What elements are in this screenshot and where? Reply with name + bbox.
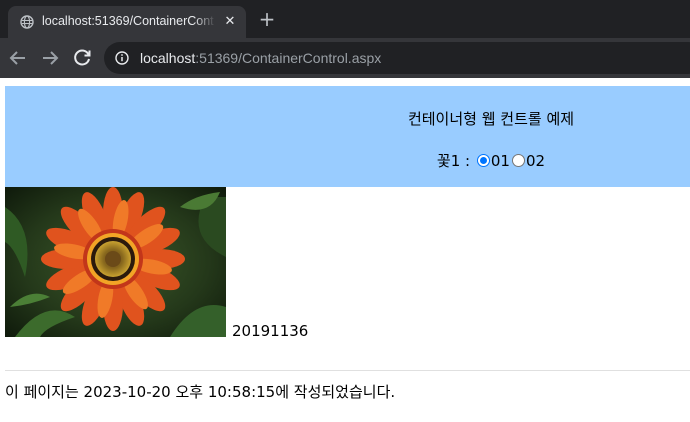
- page-heading: 컨테이너형 웹 컨트롤 예제: [407, 110, 575, 128]
- browser-tab[interactable]: localhost:51369/ContainerControl.aspx ✕: [8, 6, 246, 38]
- url-text[interactable]: localhost:51369/ContainerControl.aspx: [140, 50, 381, 66]
- flower-image: [5, 187, 226, 337]
- radio-label-02[interactable]: 02: [526, 152, 545, 170]
- browser-toolbar: localhost:51369/ContainerControl.aspx: [0, 38, 690, 78]
- radio-label-01[interactable]: 01: [491, 152, 510, 170]
- radio-option-01[interactable]: [476, 154, 490, 167]
- radio-option-02[interactable]: [511, 154, 525, 167]
- browser-tab-strip: localhost:51369/ContainerControl.aspx ✕ …: [0, 0, 690, 38]
- forward-arrow-icon[interactable]: [38, 46, 62, 70]
- reload-icon[interactable]: [70, 46, 94, 70]
- flower-label: 꽃1 :: [436, 152, 471, 170]
- globe-icon: [20, 15, 34, 29]
- close-tab-icon[interactable]: ✕: [222, 14, 238, 30]
- address-bar[interactable]: localhost:51369/ContainerControl.aspx: [104, 42, 690, 74]
- flower-radio-row: 꽃1 : 01 02: [5, 150, 690, 171]
- container-panel: 컨테이너형 웹 컨트롤 예제 꽃1 : 01 02: [5, 86, 690, 187]
- page-footer: 이 페이지는 2023-10-20 오후 10:58:15에 작성되었습니다.: [5, 383, 396, 401]
- back-arrow-icon[interactable]: [6, 46, 30, 70]
- horizontal-rule: [5, 370, 690, 371]
- tab-title: localhost:51369/ContainerControl.aspx: [42, 14, 214, 28]
- url-path: :51369/ContainerControl.aspx: [195, 50, 382, 66]
- student-id-text: 20191136: [232, 322, 309, 340]
- info-icon[interactable]: [115, 51, 129, 65]
- url-host: localhost: [140, 50, 196, 66]
- page-top-margin: [0, 78, 690, 86]
- new-tab-button[interactable]: +: [256, 9, 278, 31]
- tab-title-fade: [194, 12, 216, 32]
